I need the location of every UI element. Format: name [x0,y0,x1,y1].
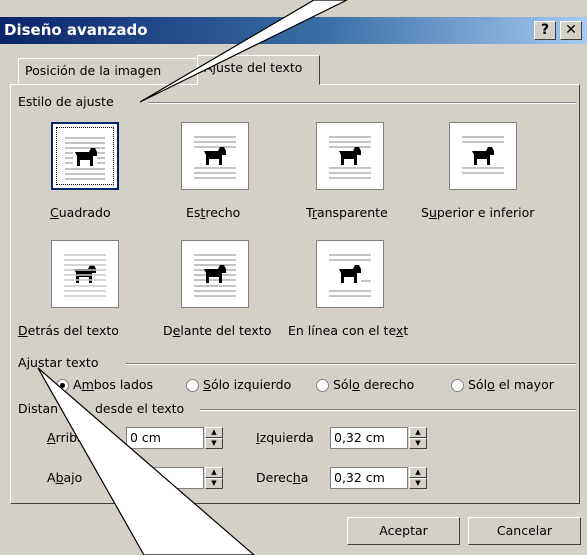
spin-up-icon[interactable]: ▲ [205,427,223,438]
left-distance-input[interactable]: 0,32 cm [330,427,408,449]
tab-image-position[interactable]: Posición de la imagen [18,58,198,84]
radio-left-only[interactable] [186,379,199,392]
title-bar: Diseño avanzado ? ✕ [0,17,587,44]
spin-down-icon[interactable]: ▼ [205,478,223,489]
left-distance-label: Izquierda [256,430,314,445]
group-divider [126,363,576,365]
wrap-square-label: Cuadrado [50,205,111,220]
close-button[interactable]: ✕ [560,21,582,40]
left-distance-spinner[interactable]: ▲ ▼ [409,427,427,449]
wrap-in-front-option[interactable] [181,240,249,308]
top-bottom-wrap-icon [462,136,504,174]
tab-label: Ajuste del texto [204,60,303,75]
bottom-distance-label: Abajo [47,470,83,485]
wrap-inline-label: En línea con el text [288,323,409,338]
radio-left-only-label: Sólo izquierdo [203,377,292,392]
bottom-distance-input[interactable] [126,467,204,489]
in-front-text-icon [194,254,236,297]
ok-button[interactable]: Aceptar [347,517,460,545]
top-distance-input[interactable]: 0 cm [126,427,204,449]
spin-up-icon[interactable]: ▲ [205,467,223,478]
square-wrap-icon [65,137,105,180]
advanced-layout-dialog: Diseño avanzado ? ✕ Posición de la image… [0,0,587,555]
wrap-in-front-label: Delante del texto [163,323,272,338]
help-button[interactable]: ? [534,21,556,40]
dog-icon [204,147,226,165]
behind-text-icon [64,254,106,297]
wrap-through-option[interactable] [316,122,384,190]
wrap-inline-option[interactable] [316,240,384,308]
spin-down-icon[interactable]: ▼ [205,438,223,449]
radio-right-only-label: Sólo derecho [333,377,415,392]
window-title: Diseño avanzado [4,21,148,39]
wrap-behind-option[interactable] [51,240,119,308]
tab-text-wrapping[interactable]: Ajuste del texto [197,55,320,85]
group-divider [148,102,576,104]
spin-down-icon[interactable]: ▼ [409,438,427,449]
wrap-text-group-label: Ajustar texto [18,355,103,370]
inline-text-icon [329,254,371,297]
wrap-style-group-label: Estilo de ajuste [18,94,118,109]
radio-both-sides-label: Ambos lados [73,377,154,392]
top-distance-spinner[interactable]: ▲ ▼ [205,427,223,449]
right-distance-label: Derecha [256,470,309,485]
dog-icon [75,148,97,166]
distance-group-label-start: Distan [18,401,63,416]
bottom-distance-spinner[interactable]: ▲ ▼ [205,467,223,489]
radio-largest-only-label: Sólo el mayor [468,377,554,392]
spin-up-icon[interactable]: ▲ [409,427,427,438]
cancel-button[interactable]: Cancelar [468,517,581,545]
wrap-tight-option[interactable] [181,122,249,190]
spin-up-icon[interactable]: ▲ [409,467,427,478]
wrap-behind-label: Detrás del texto [18,323,119,338]
dog-icon [339,147,361,165]
right-distance-spinner[interactable]: ▲ ▼ [409,467,427,489]
top-distance-label: Arriba [47,430,85,445]
tight-wrap-icon [194,136,236,179]
dog-icon [472,147,494,165]
wrap-tight-label: Estrecho [186,205,241,220]
wrap-through-label: Transparente [306,205,388,220]
radio-right-only[interactable] [316,379,329,392]
radio-largest-only[interactable] [451,379,464,392]
radio-both-sides[interactable] [56,379,69,392]
distance-group-label-end: desde el texto [95,401,189,416]
wrap-square-option[interactable] [51,122,119,190]
tab-label: Posición de la imagen [25,63,162,78]
wrap-top-bottom-option[interactable] [449,122,517,190]
spin-down-icon[interactable]: ▼ [409,478,427,489]
dog-icon [339,265,361,283]
group-divider [200,409,576,411]
through-wrap-icon [329,136,371,179]
right-distance-input[interactable]: 0,32 cm [330,467,408,489]
wrap-top-bottom-label: Superior e inferior [421,205,535,220]
